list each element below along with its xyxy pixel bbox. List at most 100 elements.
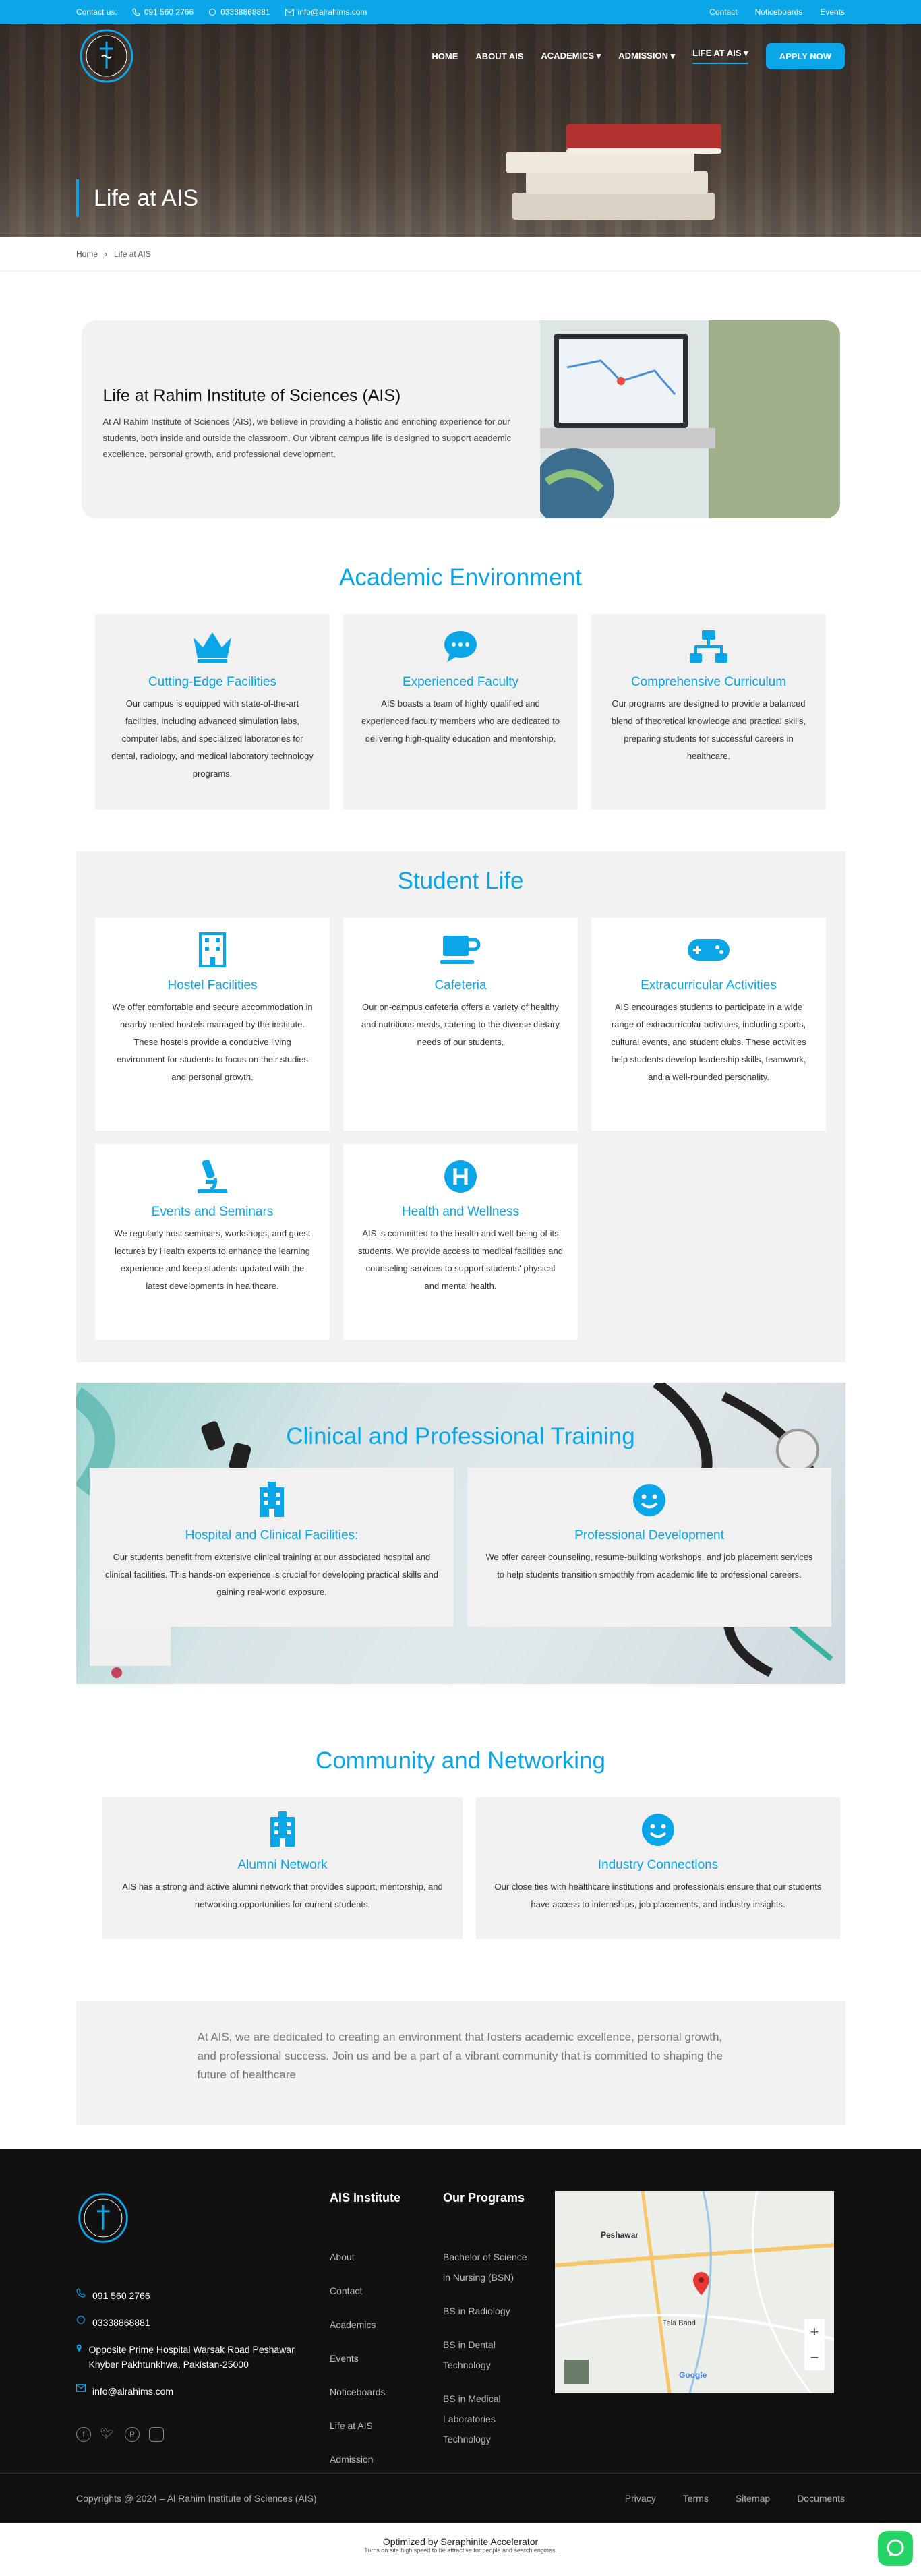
student-life-section: Student Life Hostel Facilities We offer … (76, 851, 845, 1362)
community-title: Community and Networking (316, 1747, 605, 1774)
card-cafeteria: Cafeteria Our on-campus cafeteria offers… (343, 918, 578, 1131)
card-text: Our on-campus cafeteria offers a variety… (361, 1002, 560, 1047)
footer-link-contact[interactable]: Contact (330, 2281, 443, 2301)
footer-link-noticeboards[interactable]: Noticeboards (330, 2382, 443, 2402)
hospital-h-icon (444, 1160, 477, 1193)
menu-about[interactable]: ABOUT AIS (475, 51, 523, 61)
breadcrumb-current: Life at AIS (114, 249, 151, 259)
card-health-and-wellness: Health and Wellness AIS is committed to … (343, 1144, 578, 1340)
closing-text: At AIS, we are dedicated to creating an … (197, 2031, 723, 2081)
page-title: Life at AIS (76, 179, 198, 217)
card-text: We offer comfortable and secure accommod… (112, 1002, 313, 1082)
card-text: AIS encourages students to participate i… (611, 1002, 806, 1082)
card-title: Hospital and Clinical Facilities: (185, 1528, 359, 1542)
menu-admission[interactable]: ADMISSION ▾ (618, 51, 675, 61)
breadcrumb-home[interactable]: Home (76, 249, 98, 259)
intro-card: Life at Rahim Institute of Sciences (AIS… (81, 320, 840, 518)
footer-link-medical-lab[interactable]: BS in Medical Laboratories Technology (443, 2389, 524, 2449)
footer-sitemap-link[interactable]: Sitemap (736, 2493, 770, 2504)
menu-academics[interactable]: ACADEMICS ▾ (541, 51, 601, 61)
map-label-tela-band: Tela Band (663, 2319, 696, 2327)
footer-col-programs: Our Programs Bachelor of Science in Nurs… (443, 2191, 555, 2483)
whatsapp-icon (887, 2539, 904, 2556)
apply-now-button[interactable]: APPLY NOW (765, 42, 845, 69)
hero-banner: HOME ABOUT AIS ACADEMICS ▾ ADMISSION ▾ L… (0, 24, 921, 237)
smile-icon (633, 1484, 665, 1516)
footer-terms-link[interactable]: Terms (683, 2493, 709, 2504)
card-title: Cafeteria (434, 978, 487, 992)
hospital-icon (270, 1811, 295, 1847)
topbar: Contact us: 091 560 2766 03338868881 inf… (0, 0, 921, 24)
footer-email[interactable]: info@alrahims.com (76, 2384, 330, 2399)
card-industry-connections: Industry Connections Our close ties with… (476, 1797, 840, 1939)
card-title: Health and Wellness (402, 1205, 519, 1219)
footer-map[interactable]: Peshawar Tela Band Google + − (555, 2191, 834, 2393)
accelerator-badge[interactable]: Optimized by Seraphinite Accelerator Tur… (0, 2523, 921, 2576)
mail-icon (76, 2384, 86, 2392)
card-hostel-facilities: Hostel Facilities We offer comfortable a… (95, 918, 330, 1131)
card-alumni-network: Alumni Network AIS has a strong and acti… (102, 1797, 463, 1939)
intro-text: At Al Rahim Institute of Sciences (AIS),… (102, 417, 512, 459)
chevron-right-icon: › (105, 249, 108, 259)
footer-bottom: Copyrights @ 2024 – Al Rahim Institute o… (0, 2473, 921, 2523)
footer-phone[interactable]: 091 560 2766 (76, 2288, 330, 2303)
footer-privacy-link[interactable]: Privacy (625, 2493, 656, 2504)
footer-link-about[interactable]: About (330, 2247, 443, 2267)
card-text: Our campus is equipped with state-of-the… (111, 698, 314, 779)
footer-link-academics[interactable]: Academics (330, 2314, 443, 2335)
phone-icon (76, 2288, 86, 2298)
books-illustration (485, 119, 728, 220)
topbar-link-events[interactable]: Events (820, 7, 845, 17)
card-text: Our students benefit from extensive clin… (105, 1552, 438, 1597)
footer-link-admission[interactable]: Admission (330, 2449, 443, 2469)
zoom-out-button[interactable]: − (804, 2349, 825, 2366)
card-text: Our close ties with healthcare instituti… (494, 1882, 822, 1909)
student-life-title: Student Life (397, 868, 524, 894)
map-label-google: Google (679, 2370, 707, 2380)
phone-icon (132, 8, 140, 16)
topbar-link-contact[interactable]: Contact (709, 7, 737, 17)
clinical-title: Clinical and Professional Training (286, 1423, 635, 1449)
card-experienced-faculty: Experienced Faculty AIS boasts a team of… (343, 614, 578, 810)
location-pin-icon (76, 2344, 82, 2352)
card-text: We offer career counseling, resume-build… (485, 1552, 813, 1580)
pinterest-icon[interactable]: P (125, 2427, 140, 2442)
card-text: AIS has a strong and active alumni netwo… (122, 1882, 443, 1909)
instagram-icon[interactable] (149, 2427, 164, 2442)
crown-icon (194, 632, 231, 663)
site-footer: 091 560 2766 03338868881 Opposite Prime … (0, 2149, 921, 2576)
whatsapp-chat-button[interactable] (878, 2531, 913, 2566)
topbar-phone[interactable]: 091 560 2766 (132, 7, 194, 17)
footer-link-radiology[interactable]: BS in Radiology (443, 2301, 555, 2321)
footer-link-events[interactable]: Events (330, 2348, 443, 2368)
card-hospital-and-clinical-facilities: Hospital and Clinical Facilities: Our st… (90, 1468, 454, 1627)
topbar-whatsapp[interactable]: 03338868881 (208, 7, 270, 17)
card-title: Experienced Faculty (402, 675, 519, 689)
mug-icon (440, 936, 481, 964)
footer-link-life-at-ais[interactable]: Life at AIS (330, 2416, 443, 2436)
card-title: Alumni Network (237, 1858, 328, 1872)
card-text: AIS boasts a team of highly qualified an… (361, 698, 560, 744)
menu-life-at-ais[interactable]: LIFE AT AIS ▾ (692, 48, 748, 64)
footer-whatsapp[interactable]: 03338868881 (76, 2315, 330, 2330)
card-comprehensive-curriculum: Comprehensive Curriculum Our programs ar… (591, 614, 826, 810)
topbar-email[interactable]: info@alrahims.com (285, 7, 367, 17)
menu-home[interactable]: HOME (432, 51, 458, 61)
smile-icon (642, 1814, 674, 1846)
clinical-section: Clinical and Professional Training Hospi… (76, 1383, 845, 1684)
site-logo[interactable] (76, 26, 137, 86)
footer-documents-link[interactable]: Documents (797, 2493, 845, 2504)
microscope-icon (198, 1159, 227, 1193)
breadcrumb: Home › Life at AIS (0, 237, 921, 272)
footer-link-dental[interactable]: BS in Dental Technology (443, 2335, 524, 2375)
main-menu: HOME ABOUT AIS ACADEMICS ▾ ADMISSION ▾ L… (432, 42, 845, 69)
facebook-icon[interactable]: f (76, 2427, 91, 2442)
gamepad-icon (688, 939, 730, 961)
zoom-in-button[interactable]: + (804, 2323, 825, 2341)
sitemap-icon (690, 630, 727, 663)
whatsapp-icon (77, 2316, 85, 2324)
twitter-icon[interactable]: 🐦︎ (100, 2427, 115, 2442)
topbar-link-noticeboards[interactable]: Noticeboards (755, 7, 803, 17)
footer-link-bsn[interactable]: Bachelor of Science in Nursing (BSN) (443, 2247, 531, 2287)
footer-logo[interactable] (76, 2191, 130, 2245)
